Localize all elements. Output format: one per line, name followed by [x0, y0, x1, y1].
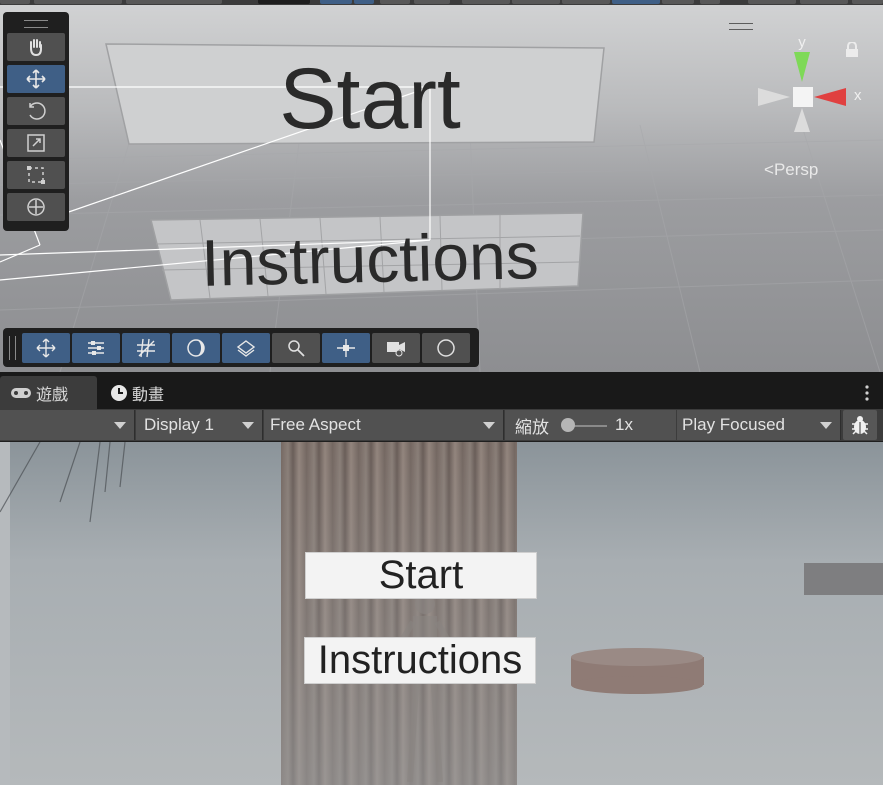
- scene-overlay-toolbar: [3, 328, 479, 367]
- overlay-grip-icon[interactable]: [9, 335, 16, 360]
- center-button[interactable]: [322, 332, 370, 363]
- tab-game-label: 遊戲: [36, 386, 69, 404]
- camera-visibility-button[interactable]: [372, 332, 420, 363]
- display-dropdown[interactable]: Display 1: [136, 410, 263, 440]
- instructions-button[interactable]: Instructions: [304, 637, 536, 684]
- chevron-down-icon: [483, 422, 495, 429]
- search-button[interactable]: [272, 332, 320, 363]
- start-button-label: Start: [378, 553, 464, 597]
- move-tool-button[interactable]: [7, 65, 65, 93]
- bug-icon: [852, 416, 868, 435]
- move-icon: [36, 338, 56, 357]
- move-snap-button[interactable]: [22, 332, 70, 363]
- center-arrows-icon: [337, 338, 355, 357]
- gizmo-y-label: y: [798, 34, 806, 51]
- tool-palette: [3, 12, 69, 231]
- transform-icon: [27, 198, 45, 216]
- persp-chevron-icon: <: [764, 160, 774, 179]
- chevron-down-icon: [820, 422, 832, 429]
- aspect-value: Free Aspect: [270, 415, 361, 434]
- gizmo-center-cube[interactable]: [793, 87, 813, 107]
- rect-tool-button[interactable]: [7, 161, 65, 189]
- gizmo-x-cone[interactable]: [814, 88, 846, 106]
- move-icon: [26, 69, 46, 89]
- scene-view[interactable]: Start Instructions y x <Persp: [0, 0, 883, 372]
- kebab-menu-icon[interactable]: [865, 385, 869, 401]
- game-view[interactable]: Start Instructions: [0, 442, 883, 785]
- play-mode-dropdown[interactable]: Play Focused: [677, 410, 841, 440]
- scene-instructions-text: Instructions: [200, 218, 539, 300]
- floating-platform: [804, 563, 883, 595]
- rect-transform-icon: [27, 166, 45, 184]
- layers-button[interactable]: [222, 332, 270, 363]
- debug-button[interactable]: [843, 410, 877, 440]
- gamepad-icon: [11, 387, 31, 398]
- chevron-down-icon: [114, 422, 126, 429]
- palette-grip-icon[interactable]: [24, 20, 48, 28]
- hand-icon: [30, 39, 42, 57]
- rotate-icon: [29, 102, 46, 120]
- layers-icon: [236, 339, 256, 357]
- transform-tool-button[interactable]: [7, 193, 65, 221]
- scene-start-text: Start: [279, 51, 461, 147]
- game-tab-bar: 遊戲 動畫: [0, 372, 883, 409]
- gizmo-x-label: x: [854, 87, 862, 104]
- gizmos-button[interactable]: [422, 332, 470, 363]
- compass-icon: [437, 338, 455, 357]
- game-view-type-dropdown[interactable]: [0, 410, 135, 440]
- disc-platform: [571, 648, 704, 694]
- clock-icon: [111, 384, 127, 401]
- game-toolbar: Display 1 Free Aspect 縮放 1x Play Focused: [0, 409, 883, 442]
- camera-eye-icon: [387, 341, 405, 356]
- gizmo-y-cone[interactable]: [794, 52, 810, 82]
- snap-settings-button[interactable]: [72, 332, 120, 363]
- start-button[interactable]: Start: [305, 552, 537, 599]
- tab-animation[interactable]: 動畫: [110, 376, 164, 409]
- gizmo-neg-x-cone[interactable]: [758, 88, 790, 106]
- grid-icon: [137, 338, 155, 357]
- shading-icon: [187, 338, 205, 357]
- sliders-icon: [88, 340, 104, 355]
- search-icon: [288, 339, 305, 357]
- instructions-button-label: Instructions: [317, 638, 523, 682]
- display-value: Display 1: [144, 415, 214, 434]
- rotate-tool-button[interactable]: [7, 97, 65, 125]
- gizmo-neg-y-cone[interactable]: [794, 108, 810, 132]
- zoom-label: 縮放: [515, 417, 549, 437]
- character-figure: [392, 594, 458, 783]
- scale-tool-button[interactable]: [7, 129, 65, 157]
- persp-toggle[interactable]: <Persp: [764, 160, 818, 180]
- tab-animation-label: 動畫: [132, 386, 165, 404]
- gizmo-menu-icon[interactable]: [729, 23, 753, 30]
- zoom-slider-thumb[interactable]: [561, 418, 575, 432]
- aspect-dropdown[interactable]: Free Aspect: [264, 410, 504, 440]
- grid-snap-button[interactable]: [122, 332, 170, 363]
- zoom-value: 1x: [615, 415, 633, 434]
- chevron-down-icon: [242, 422, 254, 429]
- zoom-control: 縮放 1x: [505, 410, 676, 440]
- hand-tool-button[interactable]: [7, 33, 65, 61]
- shading-button[interactable]: [172, 332, 220, 363]
- tab-game[interactable]: 遊戲: [0, 376, 97, 409]
- play-mode-value: Play Focused: [682, 415, 785, 434]
- scale-icon: [27, 134, 45, 152]
- branch-lines: [0, 442, 126, 523]
- persp-label-text: Persp: [773, 160, 819, 179]
